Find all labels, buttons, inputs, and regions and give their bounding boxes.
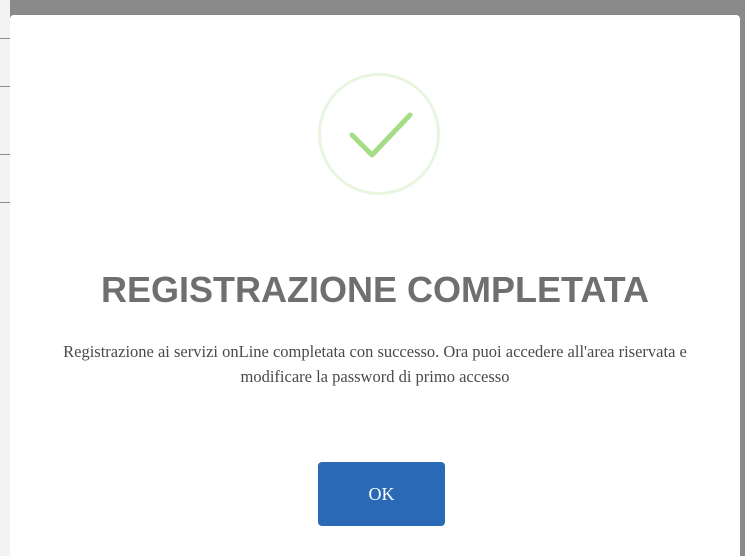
ok-button[interactable]: OK [318, 462, 445, 526]
background-page [0, 0, 10, 556]
check-icon [349, 112, 413, 158]
dialog-title: REGISTRAZIONE COMPLETATA [101, 269, 649, 310]
dialog-message: Registrazione ai servizi onLine completa… [63, 342, 687, 386]
background-divider [0, 202, 10, 203]
background-divider [0, 38, 10, 39]
success-icon-ring [318, 73, 440, 195]
background-divider [0, 154, 10, 155]
background-divider [0, 86, 10, 87]
success-dialog: REGISTRAZIONE COMPLETATA Registrazione a… [10, 15, 740, 556]
